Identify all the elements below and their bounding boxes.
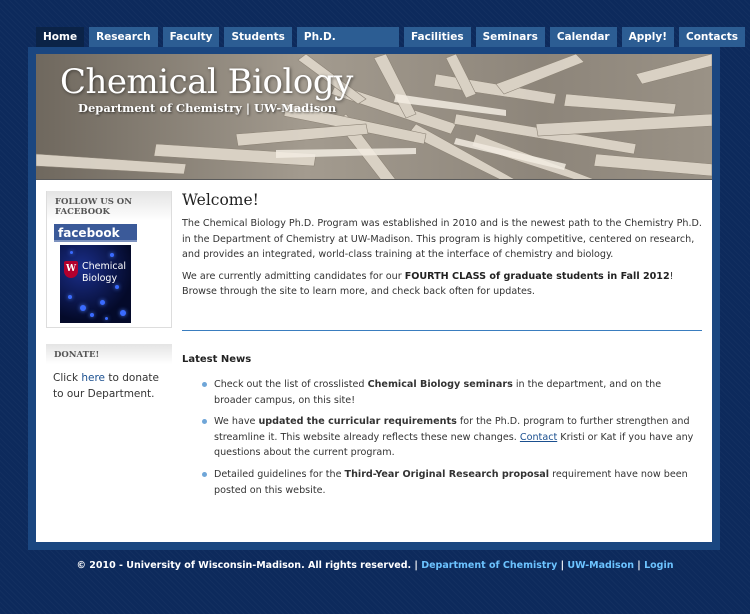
admission-paragraph: We are currently admitting candidates fo…: [182, 270, 674, 298]
section-divider: [182, 330, 702, 331]
facebook-widget: Follow us on Facebook facebook W Chemica…: [46, 191, 172, 328]
nav-tab-calendar[interactable]: Calendar: [549, 27, 617, 47]
uw-crest-icon: W: [64, 261, 78, 278]
page-footer: © 2010 - University of Wisconsin-Madison…: [76, 560, 674, 571]
content-frame: Chemical Biology Department of Chemistry…: [28, 47, 720, 550]
welcome-heading: Welcome!: [182, 191, 259, 209]
main-content: Welcome! The Chemical Biology Ph.D. Prog…: [182, 191, 704, 496]
nav-tab-apply[interactable]: Apply!: [621, 27, 674, 47]
site-subtitle: Department of Chemistry | UW-Madison: [78, 101, 337, 115]
nav-tab-seminars[interactable]: Seminars: [475, 27, 545, 47]
contact-link[interactable]: Contact: [520, 432, 557, 443]
site-title: Chemical Biology: [60, 62, 353, 102]
copyright-text: © 2010 - University of Wisconsin-Madison…: [76, 560, 422, 571]
footer-link-login[interactable]: Login: [644, 560, 673, 571]
news-item: Check out the list of crosslisted Chemic…: [202, 377, 700, 408]
content-area: Chemical Biology Department of Chemistry…: [36, 54, 712, 542]
latest-news-heading: Latest News: [182, 354, 252, 365]
facebook-heading: Follow us on Facebook: [47, 191, 171, 221]
news-item: We have updated the curricular requireme…: [202, 414, 700, 461]
news-item: Detailed guidelines for the Third-Year O…: [202, 467, 700, 498]
donate-widget: Donate! Click here to donate to our Depa…: [46, 344, 172, 402]
facebook-logo[interactable]: facebook: [54, 224, 137, 242]
header-banner: Chemical Biology Department of Chemistry…: [36, 54, 712, 180]
nav-tab-students[interactable]: Students: [224, 27, 292, 47]
donate-link[interactable]: here: [81, 372, 105, 384]
donate-text: Click here to donate to our Department.: [53, 372, 160, 400]
intro-paragraph: The Chemical Biology Ph.D. Program was e…: [182, 218, 702, 261]
news-list: Check out the list of crosslisted Chemic…: [202, 377, 700, 504]
nav-tab-faculty[interactable]: Faculty: [162, 27, 220, 47]
nav-tab-facilities[interactable]: Facilities: [403, 27, 471, 47]
facebook-profile-image[interactable]: W Chemical Biology: [60, 245, 131, 323]
footer-link-uw-madison[interactable]: UW-Madison: [567, 560, 634, 571]
main-nav: Home Research Faculty Students Ph.D. Req…: [36, 27, 750, 63]
nav-tab-research[interactable]: Research: [89, 27, 158, 47]
donate-heading: Donate!: [46, 344, 172, 364]
footer-link-chemistry[interactable]: Department of Chemistry: [421, 560, 557, 571]
facebook-image-caption: Chemical Biology: [82, 261, 127, 284]
nav-tab-phd-requirements[interactable]: Ph.D. Requirements: [296, 27, 399, 63]
nav-tab-contacts[interactable]: Contacts: [679, 27, 745, 47]
nav-tab-home[interactable]: Home: [36, 27, 85, 47]
